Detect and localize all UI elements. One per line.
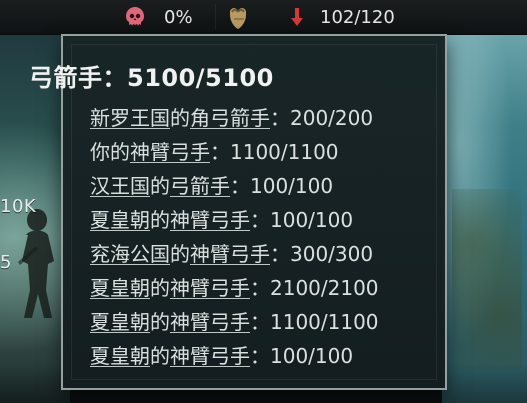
connector: 的 xyxy=(150,310,170,334)
tooltip-line: 夏皇朝的神臂弓手：100/100 xyxy=(90,339,430,373)
connector: 的 xyxy=(150,344,170,368)
down-arrow-icon xyxy=(280,0,314,34)
supplies-indicator[interactable] xyxy=(220,0,254,34)
unit-owner[interactable]: 汉王国 xyxy=(90,174,150,198)
skull-svg xyxy=(126,7,144,26)
unit-type[interactable]: 角弓箭手 xyxy=(190,106,270,130)
top-bar: 0% 102/120 xyxy=(0,0,527,35)
tooltip-line: 夏皇朝的神臂弓手：100/100 xyxy=(90,203,430,237)
connector: 的 xyxy=(150,276,170,300)
separator: ： xyxy=(230,174,250,198)
unit-count: 200/200 xyxy=(290,106,374,130)
unit-type[interactable]: 神臂弓手 xyxy=(190,242,270,266)
supplies-svg xyxy=(230,8,246,29)
manpower-indicator[interactable]: 102/120 xyxy=(280,0,395,34)
map-right-area xyxy=(442,34,527,403)
down-arrow-svg xyxy=(291,8,303,26)
tooltip-line: 新罗王国的角弓箭手：200/200 xyxy=(90,101,430,135)
unit-owner: 你的 xyxy=(90,140,130,164)
tooltip-line: 汉王国的弓箭手：100/100 xyxy=(90,169,430,203)
unit-type[interactable]: 神臂弓手 xyxy=(130,140,210,164)
unit-count: 2100/2100 xyxy=(270,276,379,300)
tooltip-line: 你的神臂弓手：1100/1100 xyxy=(90,135,430,169)
skull-percent: 0% xyxy=(164,6,193,28)
tooltip-line: 夏皇朝的神臂弓手：1100/1100 xyxy=(90,305,430,339)
unit-type[interactable]: 神臂弓手 xyxy=(170,208,250,232)
tooltip-line: 夏皇朝的神臂弓手：2100/2100 xyxy=(90,271,430,305)
separator: ： xyxy=(270,242,290,266)
manpower-value: 102/120 xyxy=(320,6,395,28)
separator: ： xyxy=(250,310,270,334)
skull-icon xyxy=(118,0,152,34)
unit-type[interactable]: 弓箭手 xyxy=(170,174,230,198)
separator: ： xyxy=(250,276,270,300)
tooltip-lines: 新罗王国的角弓箭手：200/200 你的神臂弓手：1100/1100 汉王国的弓… xyxy=(90,101,430,373)
separator: ： xyxy=(210,140,230,164)
map-label-5: 5 xyxy=(0,252,12,273)
unit-count: 1100/1100 xyxy=(270,310,379,334)
unit-owner[interactable]: 夏皇朝 xyxy=(90,208,150,232)
unit-silhouette xyxy=(18,209,54,318)
unit-count: 100/100 xyxy=(250,174,334,198)
separator: ： xyxy=(250,208,270,232)
connector: 的 xyxy=(150,174,170,198)
unit-owner[interactable]: 新罗王国 xyxy=(90,106,170,130)
unit-owner[interactable]: 夏皇朝 xyxy=(90,310,150,334)
unit-owner[interactable]: 兖海公国 xyxy=(90,242,170,266)
connector: 的 xyxy=(150,208,170,232)
unit-type[interactable]: 神臂弓手 xyxy=(170,310,250,334)
separator: ： xyxy=(250,344,270,368)
tooltip-title: 弓箭手：5100/5100 xyxy=(29,64,274,92)
connector: 的 xyxy=(170,242,190,266)
unit-count: 300/300 xyxy=(290,242,374,266)
topbar-divider xyxy=(215,4,216,30)
tooltip-line: 兖海公国的神臂弓手：300/300 xyxy=(90,237,430,271)
unit-owner[interactable]: 夏皇朝 xyxy=(90,276,150,300)
map-label-10k: 10K xyxy=(0,196,37,217)
connector: 的 xyxy=(170,106,190,130)
unit-owner[interactable]: 夏皇朝 xyxy=(90,344,150,368)
unit-type[interactable]: 神臂弓手 xyxy=(170,276,250,300)
supplies-icon xyxy=(220,0,254,34)
unit-type[interactable]: 神臂弓手 xyxy=(170,344,250,368)
skull-indicator[interactable]: 0% xyxy=(118,0,193,34)
unit-count: 100/100 xyxy=(270,208,354,232)
separator: ： xyxy=(270,106,290,130)
unit-count: 100/100 xyxy=(270,344,354,368)
unit-count: 1100/1100 xyxy=(230,140,339,164)
